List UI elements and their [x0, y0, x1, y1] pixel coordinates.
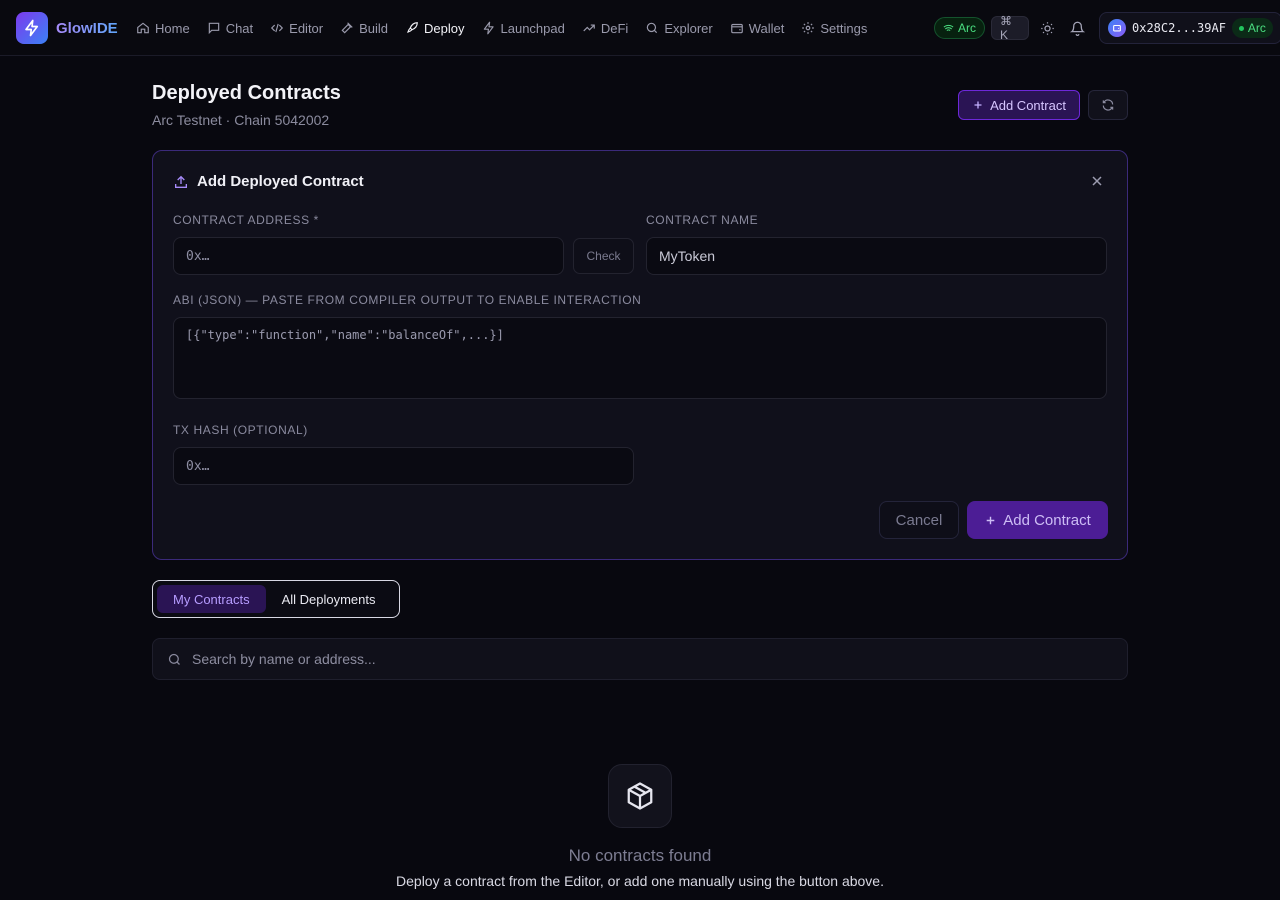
wifi-icon: [943, 24, 954, 33]
app-name: GlowIDE: [56, 19, 118, 37]
nav-item-editor[interactable]: Editor: [264, 13, 329, 43]
abi-textarea[interactable]: [{"type":"function","name":"balanceOf",.…: [173, 317, 1107, 399]
submit-label: Add Contract: [1003, 511, 1091, 529]
wallet-network-badge: Arc: [1231, 18, 1273, 38]
panel-title: Add Deployed Contract: [197, 173, 364, 190]
wallet-button[interactable]: 0x28C2...39AF Arc: [1099, 12, 1280, 44]
search-input[interactable]: [192, 651, 1113, 667]
refresh-button[interactable]: [1088, 90, 1128, 120]
panel-header: Add Deployed Contract: [173, 173, 364, 190]
nav-item-label: DeFi: [600, 20, 629, 36]
package-icon: [627, 782, 653, 810]
home-icon: [137, 22, 149, 34]
nav-item-explorer[interactable]: Explorer: [639, 13, 718, 43]
nav-item-label: Deploy: [424, 20, 465, 36]
hammer-icon: [341, 22, 353, 34]
empty-state-box-icon-wrap: [608, 764, 672, 828]
contract-name-label: Contract Name: [646, 213, 759, 227]
contract-search: [152, 638, 1128, 680]
search-icon: [647, 22, 658, 34]
add-contract-label: Add Contract: [990, 97, 1066, 113]
nav-item-build[interactable]: Build: [334, 13, 394, 43]
contract-tabs: My Contracts All Deployments: [152, 580, 400, 618]
contract-name-input[interactable]: MyToken: [646, 237, 1107, 275]
nav-item-label: Chat: [225, 20, 254, 36]
bolt-logo-icon: [16, 12, 48, 44]
plus-icon: [986, 516, 995, 524]
plus-icon: [974, 101, 982, 109]
check-address-button[interactable]: Check: [573, 238, 634, 274]
code-icon: [271, 23, 284, 33]
network-label: Arc: [958, 21, 976, 35]
close-panel-button[interactable]: [1089, 173, 1107, 191]
nav-item-chat[interactable]: Chat: [201, 13, 259, 43]
gear-icon: [802, 22, 815, 34]
app-logo[interactable]: GlowIDE: [16, 12, 118, 44]
nav-item-label: Settings: [820, 20, 868, 36]
nav-item-label: Editor: [289, 20, 324, 36]
wallet-small-icon: [1113, 24, 1121, 32]
top-navbar: GlowIDE Home Chat Editor Build Deploy La…: [0, 0, 1280, 56]
nav-item-label: Launchpad: [500, 20, 565, 36]
nav-item-label: Build: [359, 20, 389, 36]
status-dot: [1238, 25, 1244, 31]
topbar-actions: Arc ⌘ K 0x28C2...39AF Arc: [934, 0, 1280, 56]
wallet-icon: [730, 23, 743, 34]
refresh-icon: [1102, 99, 1114, 111]
page-subtitle: Arc Testnet · Chain 5042002: [152, 112, 330, 128]
contract-address-input[interactable]: 0x…: [173, 237, 564, 275]
trending-icon: [583, 24, 595, 32]
empty-state-title: No contracts found: [568, 846, 712, 865]
upload-icon: [175, 175, 187, 188]
empty-state-text: Deploy a contract from the Editor, or ad…: [396, 873, 884, 889]
theme-toggle-button[interactable]: [1035, 14, 1059, 42]
search-icon: [168, 653, 180, 665]
nav-item-wallet[interactable]: Wallet: [724, 13, 791, 43]
main-nav: Home Chat Editor Build Deploy Launchpad …: [130, 0, 878, 56]
tx-hash-input[interactable]: 0x…: [173, 447, 634, 485]
nav-item-home[interactable]: Home: [130, 13, 196, 43]
nav-item-label: Wallet: [748, 20, 785, 36]
nav-item-label: Explorer: [664, 20, 713, 36]
network-status-badge[interactable]: Arc: [934, 17, 985, 39]
tx-hash-label: TX Hash (optional): [173, 423, 308, 437]
nav-item-defi[interactable]: DeFi: [576, 13, 634, 43]
nav-item-settings[interactable]: Settings: [795, 13, 873, 43]
nav-item-deploy[interactable]: Deploy: [399, 13, 470, 43]
command-palette-button[interactable]: ⌘ K: [991, 14, 1029, 42]
cancel-button[interactable]: Cancel: [879, 501, 959, 539]
chat-icon: [208, 22, 219, 35]
nav-item-launchpad[interactable]: Launchpad: [476, 13, 571, 43]
close-icon: [1092, 176, 1102, 186]
contract-address-label: Contract Address *: [173, 213, 319, 227]
add-contract-button[interactable]: Add Contract: [958, 90, 1080, 120]
submit-add-contract-button[interactable]: Add Contract: [967, 501, 1108, 539]
page-title: Deployed Contracts: [152, 82, 341, 104]
sun-icon: [1040, 21, 1054, 35]
rocket-icon: [407, 22, 418, 33]
notifications-button[interactable]: [1065, 14, 1089, 42]
wallet-avatar: [1108, 19, 1126, 37]
tab-my-contracts[interactable]: My Contracts: [157, 585, 266, 613]
nav-item-label: Home: [155, 20, 190, 36]
tab-all-deployments[interactable]: All Deployments: [266, 585, 392, 613]
add-contract-panel: Add Deployed Contract Contract Address *…: [152, 150, 1128, 560]
wallet-address: 0x28C2...39AF: [1132, 21, 1226, 35]
abi-label: ABI (JSON) — paste from compiler output …: [173, 293, 642, 307]
wallet-network-label: Arc: [1247, 21, 1266, 35]
bolt-icon: [483, 21, 494, 35]
bell-icon: [1069, 21, 1085, 36]
